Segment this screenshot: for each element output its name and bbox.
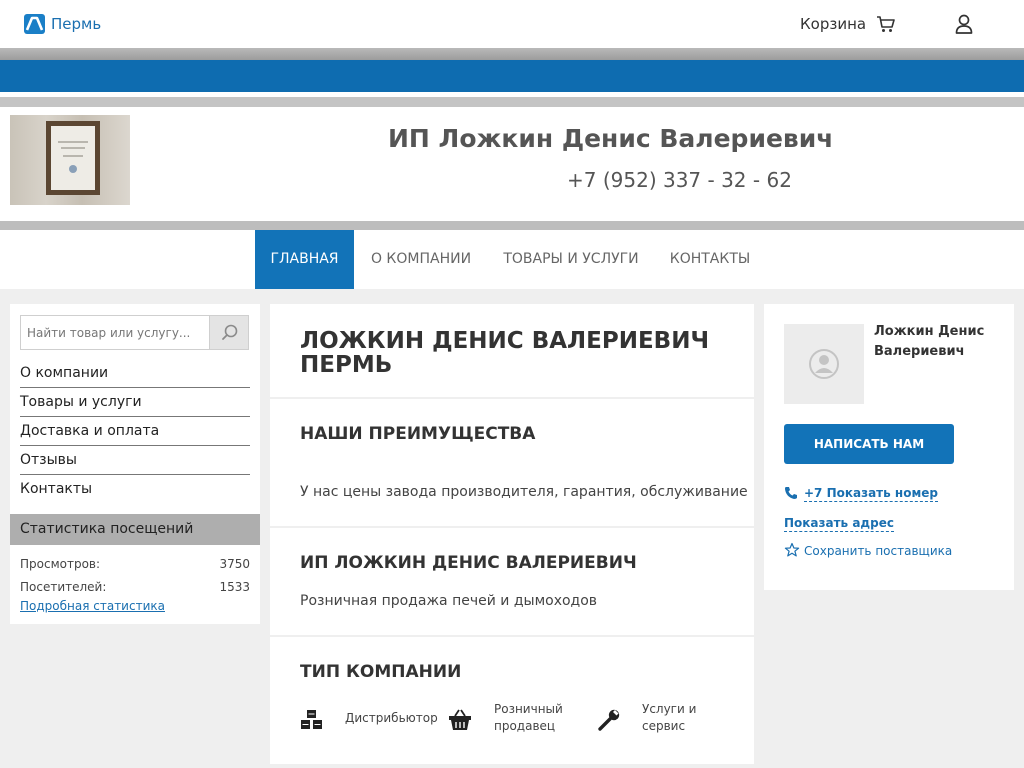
contact-name: Ложкин Денис Валериевич — [874, 324, 985, 359]
visitors-label: Посетителей: — [20, 580, 107, 594]
search-icon — [222, 324, 238, 340]
left-sidebar: О компании Товары и услуги Доставка и оп… — [10, 304, 260, 624]
top-bar: Пермь Корзина — [0, 0, 1024, 48]
banner-blue-stripe — [0, 60, 1024, 92]
nav-about[interactable]: О КОМПАНИИ — [363, 230, 479, 289]
sidebar-item-reviews[interactable]: Отзывы — [20, 446, 250, 475]
sidebar-item-contacts[interactable]: Контакты — [20, 475, 250, 504]
stats-heading: Статистика посещений — [10, 514, 260, 545]
advantages-text: У нас цены завода производителя, гаранти… — [300, 484, 748, 500]
write-us-button[interactable]: НАПИСАТЬ НАМ — [784, 424, 954, 464]
views-label: Просмотров: — [20, 557, 101, 571]
avatar — [784, 324, 864, 404]
company-header: ИП Ложкин Денис Валериевич +7 (952) 337 … — [0, 107, 1024, 221]
contact-card: Ложкин Денис Валериевич НАПИСАТЬ НАМ +7 … — [764, 304, 1014, 590]
company-text: Розничная продажа печей и дымоходов — [300, 593, 598, 609]
type-label-retailer: Розничный продавец — [494, 702, 563, 733]
advantages-heading: НАШИ ПРЕИМУЩЕСТВА — [300, 424, 536, 444]
nav-contacts[interactable]: КОНТАКТЫ — [663, 230, 757, 289]
sidebar-item-delivery[interactable]: Доставка и оплата — [20, 417, 250, 446]
company-heading: ИП ЛОЖКИН ДЕНИС ВАЛЕРИЕВИЧ — [300, 553, 637, 573]
title-block: ЛОЖКИН ДЕНИС ВАЛЕРИЕВИЧ ПЕРМЬ — [270, 304, 754, 397]
nav-products[interactable]: ТОВАРЫ И УСЛУГИ — [497, 230, 645, 289]
person-placeholder-icon — [809, 349, 839, 379]
company-type-heading: ТИП КОМПАНИИ — [300, 662, 462, 682]
header-divider — [0, 221, 1024, 230]
star-icon[interactable] — [784, 542, 800, 558]
sidebar-item-about[interactable]: О компании — [20, 359, 250, 388]
nav-home[interactable]: ГЛАВНАЯ — [255, 230, 354, 289]
company-title: ИП Ложкин Денис Валериевич — [388, 124, 834, 153]
visitors-value: 1533 — [219, 580, 250, 594]
type-label-distributor: Дистрибьютор — [345, 711, 438, 725]
show-phone-link[interactable]: +7 Показать номер — [804, 485, 938, 502]
search-button[interactable] — [209, 316, 248, 349]
company-type-block: ТИП КОМПАНИИ Дистрибьютор Розничный прод… — [270, 637, 754, 764]
search-input[interactable] — [21, 316, 210, 349]
banner-stripe — [0, 97, 1024, 107]
cart-icon[interactable] — [876, 14, 896, 34]
detailed-stats-link[interactable]: Подробная статистика — [20, 599, 165, 613]
page-title: ЛОЖКИН ДЕНИС ВАЛЕРИЕВИЧ ПЕРМЬ — [300, 328, 710, 378]
show-address-link[interactable]: Показать адрес — [784, 515, 894, 532]
phone-icon — [785, 487, 797, 499]
user-icon[interactable] — [954, 13, 974, 35]
boxes-icon — [299, 707, 325, 733]
main-nav: ГЛАВНАЯ О КОМПАНИИ ТОВАРЫ И УСЛУГИ КОНТА… — [0, 230, 1024, 289]
wrench-icon — [596, 707, 622, 733]
company-phone: +7 (952) 337 - 32 - 62 — [567, 168, 792, 192]
cart-link[interactable]: Корзина — [800, 15, 866, 33]
save-supplier-link[interactable]: Сохранить поставщика — [804, 543, 952, 559]
city-selector[interactable]: Пермь — [51, 14, 101, 34]
basket-icon — [447, 707, 473, 733]
company-block: ИП ЛОЖКИН ДЕНИС ВАЛЕРИЕВИЧ Розничная про… — [270, 528, 754, 635]
advantages-block: НАШИ ПРЕИМУЩЕСТВА У нас цены завода прои… — [270, 399, 754, 526]
site-logo[interactable] — [24, 14, 45, 34]
sidebar-item-products[interactable]: Товары и услуги — [20, 388, 250, 417]
search-box — [20, 315, 249, 350]
type-label-services: Услуги и сервис — [642, 702, 697, 733]
banner-stripe — [0, 48, 1024, 60]
main-content: ЛОЖКИН ДЕНИС ВАЛЕРИЕВИЧ ПЕРМЬ НАШИ ПРЕИМ… — [270, 304, 754, 764]
views-value: 3750 — [219, 557, 250, 571]
company-photo — [10, 115, 130, 205]
